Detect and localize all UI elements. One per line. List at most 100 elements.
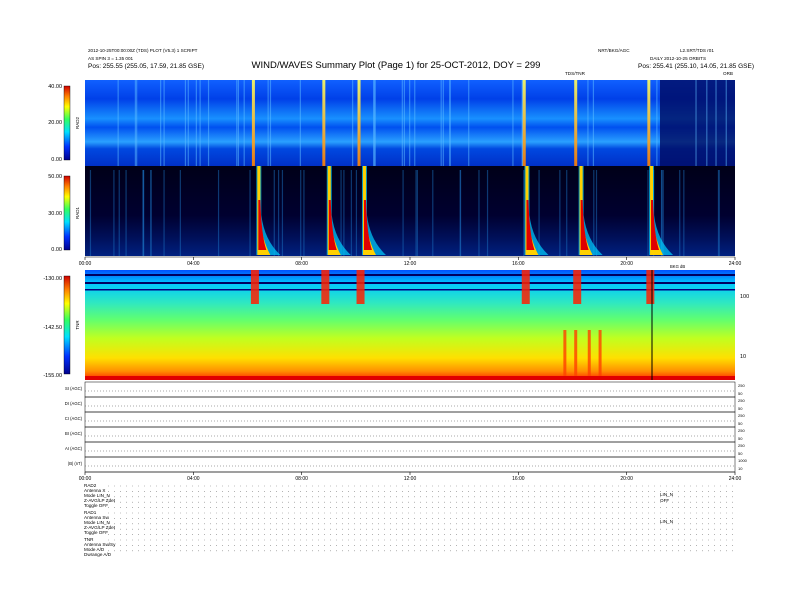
time-axis-upper: 00:00 04:00 08:00 12:00 16:00 20:00 24:00 xyxy=(79,256,742,267)
tnr-burst xyxy=(573,270,582,304)
background-striation xyxy=(715,80,717,166)
agc-row-frame xyxy=(84,381,736,398)
background-striation xyxy=(592,80,595,166)
rad2-burst xyxy=(574,80,578,166)
agc-row-right-top: 250 xyxy=(738,383,745,388)
time-axis-label: 04:00 xyxy=(187,261,200,267)
agc-row-right-top: 1000 xyxy=(738,458,748,463)
background-striation xyxy=(217,170,220,256)
rad2-tick-bottom: 0.00 xyxy=(51,157,62,163)
background-striation xyxy=(281,170,284,256)
rad2-burst xyxy=(357,80,361,166)
rad1-label: RAD1 xyxy=(75,207,80,220)
footer-right-note-1: LIN_N xyxy=(660,492,674,497)
background-striation xyxy=(143,170,145,256)
agc-row-right-bottom: 50 xyxy=(738,421,743,426)
background-striation xyxy=(243,80,245,166)
background-striation xyxy=(401,80,403,166)
footer-dotted-rows xyxy=(108,485,735,552)
background-striation xyxy=(113,170,115,256)
background-striation xyxy=(269,80,272,166)
background-striation xyxy=(566,170,568,256)
background-striation xyxy=(352,80,354,166)
footer-tnr-line: Dwrange A/D xyxy=(84,552,112,557)
rad2-burst xyxy=(522,80,526,166)
agc-row-right-bottom: 50 xyxy=(738,406,743,411)
background-striation xyxy=(416,170,418,256)
footer-rad2-block: RAD2 Antenna X Mode LIN_N Z-AVG/LP Zdet … xyxy=(84,483,115,508)
background-striation xyxy=(706,80,708,166)
background-striation xyxy=(725,80,727,166)
background-striation xyxy=(432,170,434,256)
time-axis-label: 00:00 xyxy=(79,261,92,267)
tnr-colorbar xyxy=(63,275,71,375)
background-striation xyxy=(459,170,462,256)
agc-row-label: SI (AGC) xyxy=(65,386,83,391)
time-axis-label: 20:00 xyxy=(620,476,633,482)
background-striation xyxy=(300,170,302,256)
tnr-tick-top: -130.00 xyxy=(43,276,62,282)
time-axis-label: 24:00 xyxy=(729,261,742,267)
agc-rows: SI (AGC) 250 50 DI (AGC) 250 50 CI (AGC) 250 50 B… xyxy=(65,381,748,473)
time-axis-label: 12:00 xyxy=(404,476,417,482)
background-striation xyxy=(486,170,489,256)
background-striation xyxy=(150,170,152,256)
background-striation xyxy=(249,170,251,256)
tnr-burst xyxy=(356,270,365,304)
agc-row-right-top: 250 xyxy=(738,428,745,433)
background-striation xyxy=(593,170,595,256)
rad1-colorbar xyxy=(63,175,71,251)
time-axis-label: 04:00 xyxy=(187,476,200,482)
tnr-spike xyxy=(598,330,602,376)
background-striation xyxy=(647,170,649,256)
background-striation xyxy=(273,170,275,256)
background-striation xyxy=(303,170,305,256)
agc-row-right-bottom: 10 xyxy=(738,466,743,471)
agc-row-right-bottom: 50 xyxy=(738,391,743,396)
tnr-right-tick-10: 10 xyxy=(740,354,746,360)
agc-row-label: AI (AGC) xyxy=(65,446,83,451)
footer-rad2-line: Toggle OFF xyxy=(84,503,108,508)
agc-row-frame xyxy=(84,456,736,473)
agc-row-label: BI (AGC) xyxy=(65,431,83,436)
rad2-panel xyxy=(85,80,735,166)
background-striation xyxy=(679,170,681,256)
background-striation xyxy=(402,170,404,256)
background-striation xyxy=(695,80,697,166)
tnr-band-3 xyxy=(85,289,735,291)
rad2-tick-top: 40.00 xyxy=(48,84,62,90)
background-striation xyxy=(236,80,238,166)
background-striation xyxy=(299,80,301,166)
footer-rad1-block: RAD1 Antenna Sw Mode LIN_N Z-AVG/LP Zdet… xyxy=(84,510,115,535)
background-striation xyxy=(512,80,514,166)
footer-right-note-3: LIN_N xyxy=(660,519,674,524)
time-axis-label: 16:00 xyxy=(512,476,525,482)
background-striation xyxy=(587,80,589,166)
background-striation xyxy=(237,80,240,166)
agc-row-right-top: 250 xyxy=(738,443,745,448)
tnr-spectrogram xyxy=(85,270,735,380)
agc-row-right-top: 250 xyxy=(738,413,745,418)
background-striation xyxy=(442,80,444,166)
tnr-burst xyxy=(521,270,530,304)
tnr-top-note: BKG dB xyxy=(670,264,685,269)
background-striation xyxy=(478,170,480,256)
rad1-tick-bottom: 0.00 xyxy=(51,247,62,253)
background-striation xyxy=(118,170,120,256)
tnr-panel xyxy=(85,270,735,380)
background-striation xyxy=(440,80,442,166)
rad2-burst xyxy=(647,80,651,166)
background-striation xyxy=(179,170,181,256)
agc-row-label: |B| (nT) xyxy=(68,461,82,466)
background-striation xyxy=(559,170,561,256)
background-striation xyxy=(374,80,376,166)
agc-row-frame xyxy=(84,411,736,428)
background-striation xyxy=(160,80,162,166)
rad2-colorbar xyxy=(63,85,71,161)
background-striation xyxy=(199,80,201,166)
rad2-label: RAD2 xyxy=(75,117,80,130)
tnr-spike xyxy=(563,330,567,376)
rad1-spectrogram xyxy=(85,166,735,256)
time-axis-label: 00:00 xyxy=(79,476,92,482)
time-axis-label: 08:00 xyxy=(295,261,308,267)
